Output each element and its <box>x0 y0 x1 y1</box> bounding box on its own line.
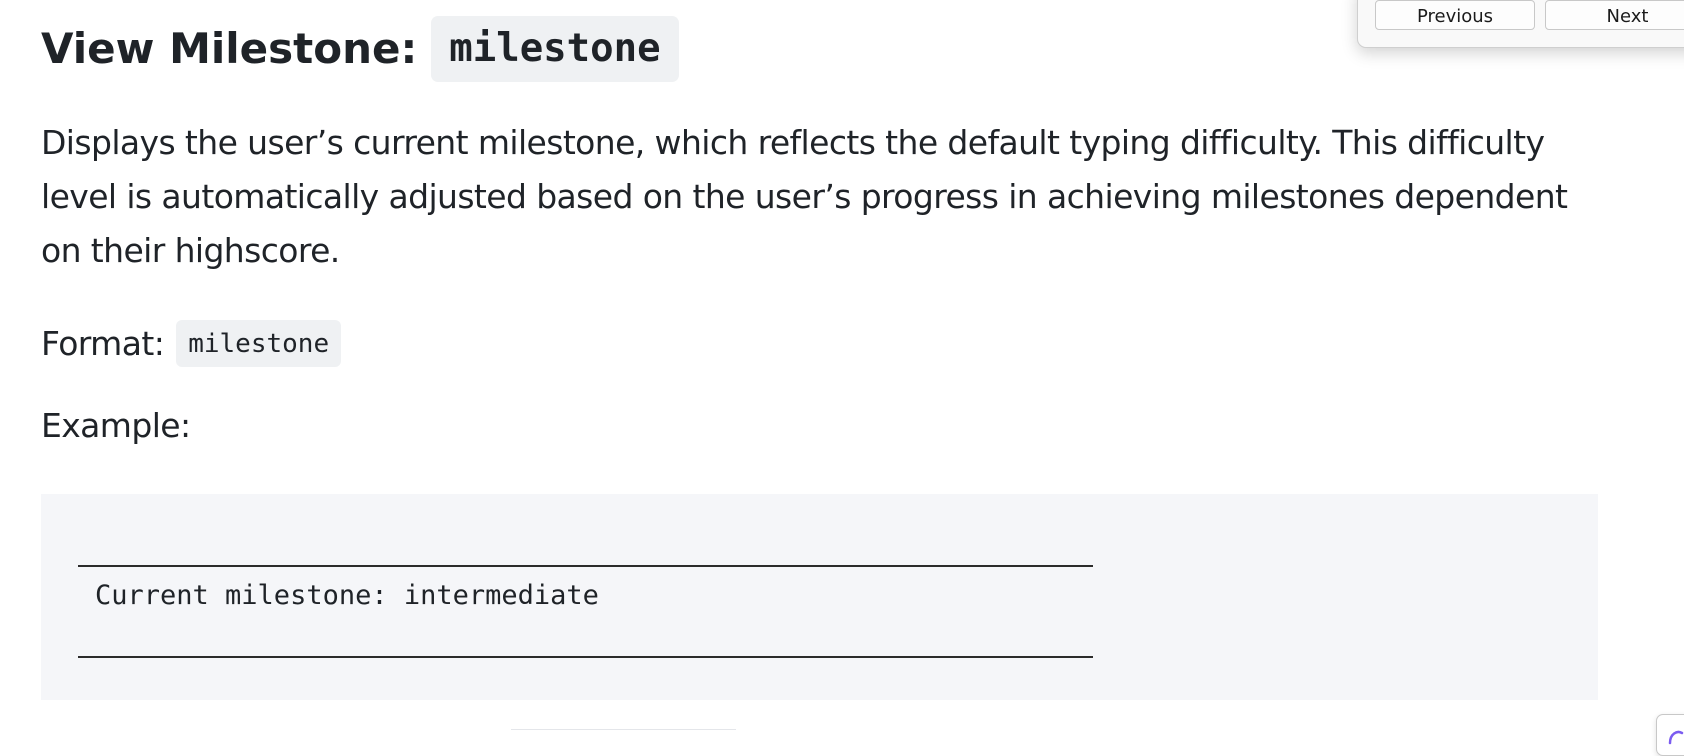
code-rule-bottom <box>78 656 1093 658</box>
format-line: Format: milestone <box>41 318 342 368</box>
bottom-divider <box>511 729 736 730</box>
format-code: milestone <box>176 319 342 367</box>
description-paragraph: Displays the user’s current milestone, w… <box>41 123 1568 270</box>
code-rule-top <box>78 565 1093 567</box>
assistant-icon <box>1668 730 1684 745</box>
previous-button[interactable]: Previous <box>1375 0 1535 30</box>
format-label: Format: <box>41 323 165 363</box>
next-button[interactable]: Next <box>1545 0 1684 30</box>
example-label: Example: <box>41 406 191 445</box>
page-title: View Milestone: milestone <box>41 14 679 84</box>
code-output-line: Current milestone: intermediate <box>95 580 599 611</box>
page-title-code: milestone <box>431 16 679 82</box>
corner-widget-button[interactable] <box>1656 714 1684 756</box>
page-title-text: View Milestone: <box>41 24 418 73</box>
find-popup: Previous Next <box>1357 0 1684 48</box>
example-code-block: Current milestone: intermediate <box>41 494 1598 700</box>
